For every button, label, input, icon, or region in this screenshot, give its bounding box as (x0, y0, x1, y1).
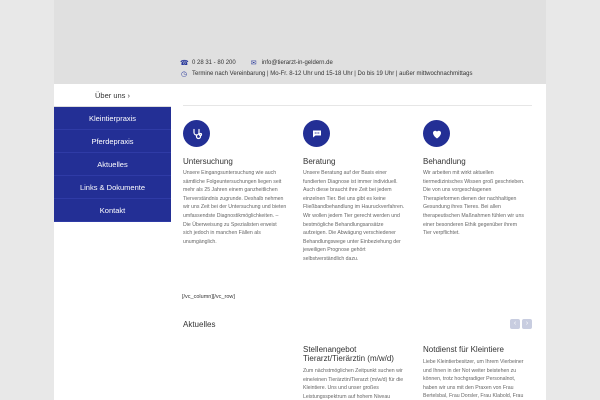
heart-icon (423, 120, 450, 147)
contact-row: ☎ 0 28 31 - 80 200 ✉ info@tierarzt-in-ge… (180, 59, 333, 67)
news-excerpt: Zum nächstmöglichen Zeitpunkt suchen wir… (303, 368, 404, 400)
page: ☎ 0 28 31 - 80 200 ✉ info@tierarzt-in-ge… (54, 0, 546, 400)
service-title: Behandlung (423, 157, 466, 166)
news-title-link[interactable]: Stellenangebot Tierarzt/Tierärztin (m/w/… (303, 345, 407, 363)
news-item: Stellenangebot Tierarzt/Tierärztin (m/w/… (303, 345, 407, 400)
service-text: Unsere Beratung auf der Basis einer fund… (303, 170, 405, 262)
news-section-title: Aktuelles (183, 320, 216, 329)
mail-icon: ✉ (250, 60, 257, 67)
email-link[interactable]: info@tierarzt-in-geldern.de (262, 60, 333, 66)
sidebar-item-kleintierpraxis[interactable]: Kleintierpraxis (54, 107, 171, 130)
service-card-behandlung: Behandlung Wir arbeiten mit wirkt aktuel… (423, 120, 527, 238)
phone-link[interactable]: 0 28 31 - 80 200 (192, 60, 236, 66)
news-excerpt: Liebe Kleintierbesitzer, um Ihrem Vierbe… (423, 359, 524, 400)
divider (183, 105, 532, 106)
news-carousel-controls: ‹ › (510, 319, 532, 329)
service-title: Untersuchung (183, 157, 233, 166)
phone-icon: ☎ (180, 60, 189, 67)
sidebar-item-kontakt[interactable]: Kontakt (54, 199, 171, 222)
chat-icon (303, 120, 330, 147)
carousel-prev-button[interactable]: ‹ (510, 319, 520, 329)
sidebar-item-ueber-uns[interactable]: Über uns › (54, 84, 171, 107)
sidebar-nav: Über uns › Kleintierpraxis Pferdepraxis … (54, 84, 171, 222)
opening-hours-row: ◷ Termine nach Vereinbarung | Mo-Fr. 8-1… (180, 70, 473, 78)
service-card-untersuchung: Untersuchung Unsere Eingangsuntersuchung… (183, 120, 287, 246)
opening-hours: Termine nach Vereinbarung | Mo-Fr. 8-12 … (192, 71, 473, 77)
news-item: Notdienst für Kleintiere Liebe Kleintier… (423, 345, 527, 400)
top-bar: ☎ 0 28 31 - 80 200 ✉ info@tierarzt-in-ge… (54, 0, 546, 84)
clock-icon: ◷ (180, 71, 188, 78)
sidebar-item-aktuelles[interactable]: Aktuelles (54, 153, 171, 176)
sidebar-item-links-dokumente[interactable]: Links & Dokumente (54, 176, 171, 199)
stethoscope-icon (183, 120, 210, 147)
carousel-next-button[interactable]: › (522, 319, 532, 329)
service-text: Unsere Eingangsuntersuchung wie auch säm… (183, 170, 287, 245)
sidebar-item-pferdepraxis[interactable]: Pferdepraxis (54, 130, 171, 153)
service-title: Beratung (303, 157, 336, 166)
news-title-link[interactable]: Notdienst für Kleintiere (423, 345, 527, 354)
service-card-beratung: Beratung Unsere Beratung auf der Basis e… (303, 120, 407, 264)
shortcode-text: [/vc_column][/vc_row] (182, 294, 235, 300)
service-text: Wir arbeiten mit wirkt aktuellen tiermed… (423, 170, 525, 237)
main-content: Untersuchung Unsere Eingangsuntersuchung… (171, 84, 546, 400)
